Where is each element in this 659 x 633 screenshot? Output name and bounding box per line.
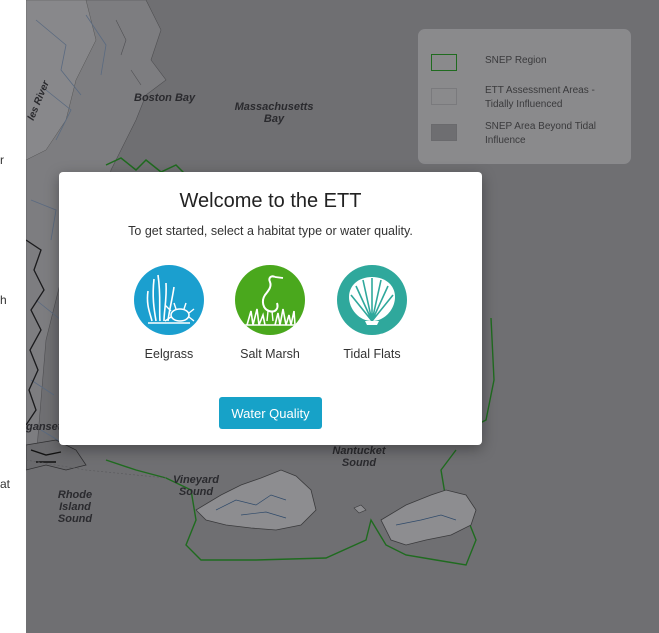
map-label-massachusetts-bay: Massachusetts Bay [234,101,314,125]
app-root: r h at Boston Bay Massachusetts Bay les … [0,0,659,633]
habitat-label: Tidal Flats [343,347,401,361]
modal-title: Welcome to the ETT [179,190,362,212]
legend-label: ETT Assessment Areas - Tidally Influence… [485,85,595,110]
legend-item-ett-assessment: ETT Assessment Areas - Tidally Influence… [431,84,605,112]
welcome-modal: Welcome to the ETT To get started, selec… [59,172,482,445]
scallop-shell-icon[interactable] [337,265,407,335]
habitat-tidal-flats[interactable]: Tidal Flats [327,265,417,361]
legend-swatch-beyond-tidal [431,124,457,141]
sidebar-fragment: r [0,153,4,167]
habitat-label: Salt Marsh [240,347,300,361]
modal-subtitle: To get started, select a habitat type or… [128,224,413,238]
legend-swatch-ett-assessment [431,88,457,105]
sidebar-clipped: r h at [0,0,26,633]
legend-label: SNEP Region [485,55,547,66]
map-label-nantucket-sound: Nantucket Sound [332,445,386,469]
habitat-label: Eelgrass [144,347,194,361]
map-label-narragansett: ganset [26,421,62,433]
map-label-boston-bay: Boston Bay [134,92,196,104]
map-label-rhode-island-sound: Rhode Island Sound [57,489,93,525]
eelgrass-lobster-icon[interactable] [134,265,204,335]
map-legend: SNEP Region ETT Assessment Areas - Tidal… [418,29,631,164]
water-quality-button[interactable]: Water Quality [219,397,322,429]
habitat-eelgrass[interactable]: Eelgrass [124,265,214,361]
heron-marsh-icon[interactable] [235,265,305,335]
map-label-vineyard-sound: Vineyard Sound [172,474,220,498]
legend-label: SNEP Area Beyond Tidal Influence [485,121,596,146]
sidebar-fragment: h [0,293,7,307]
legend-item-beyond-tidal: SNEP Area Beyond Tidal Influence [431,120,605,148]
legend-item-snep-region: SNEP Region [431,54,605,71]
habitat-salt-marsh[interactable]: Salt Marsh [225,265,315,361]
sidebar-fragment: at [0,477,11,491]
legend-swatch-snep-region [431,54,457,71]
